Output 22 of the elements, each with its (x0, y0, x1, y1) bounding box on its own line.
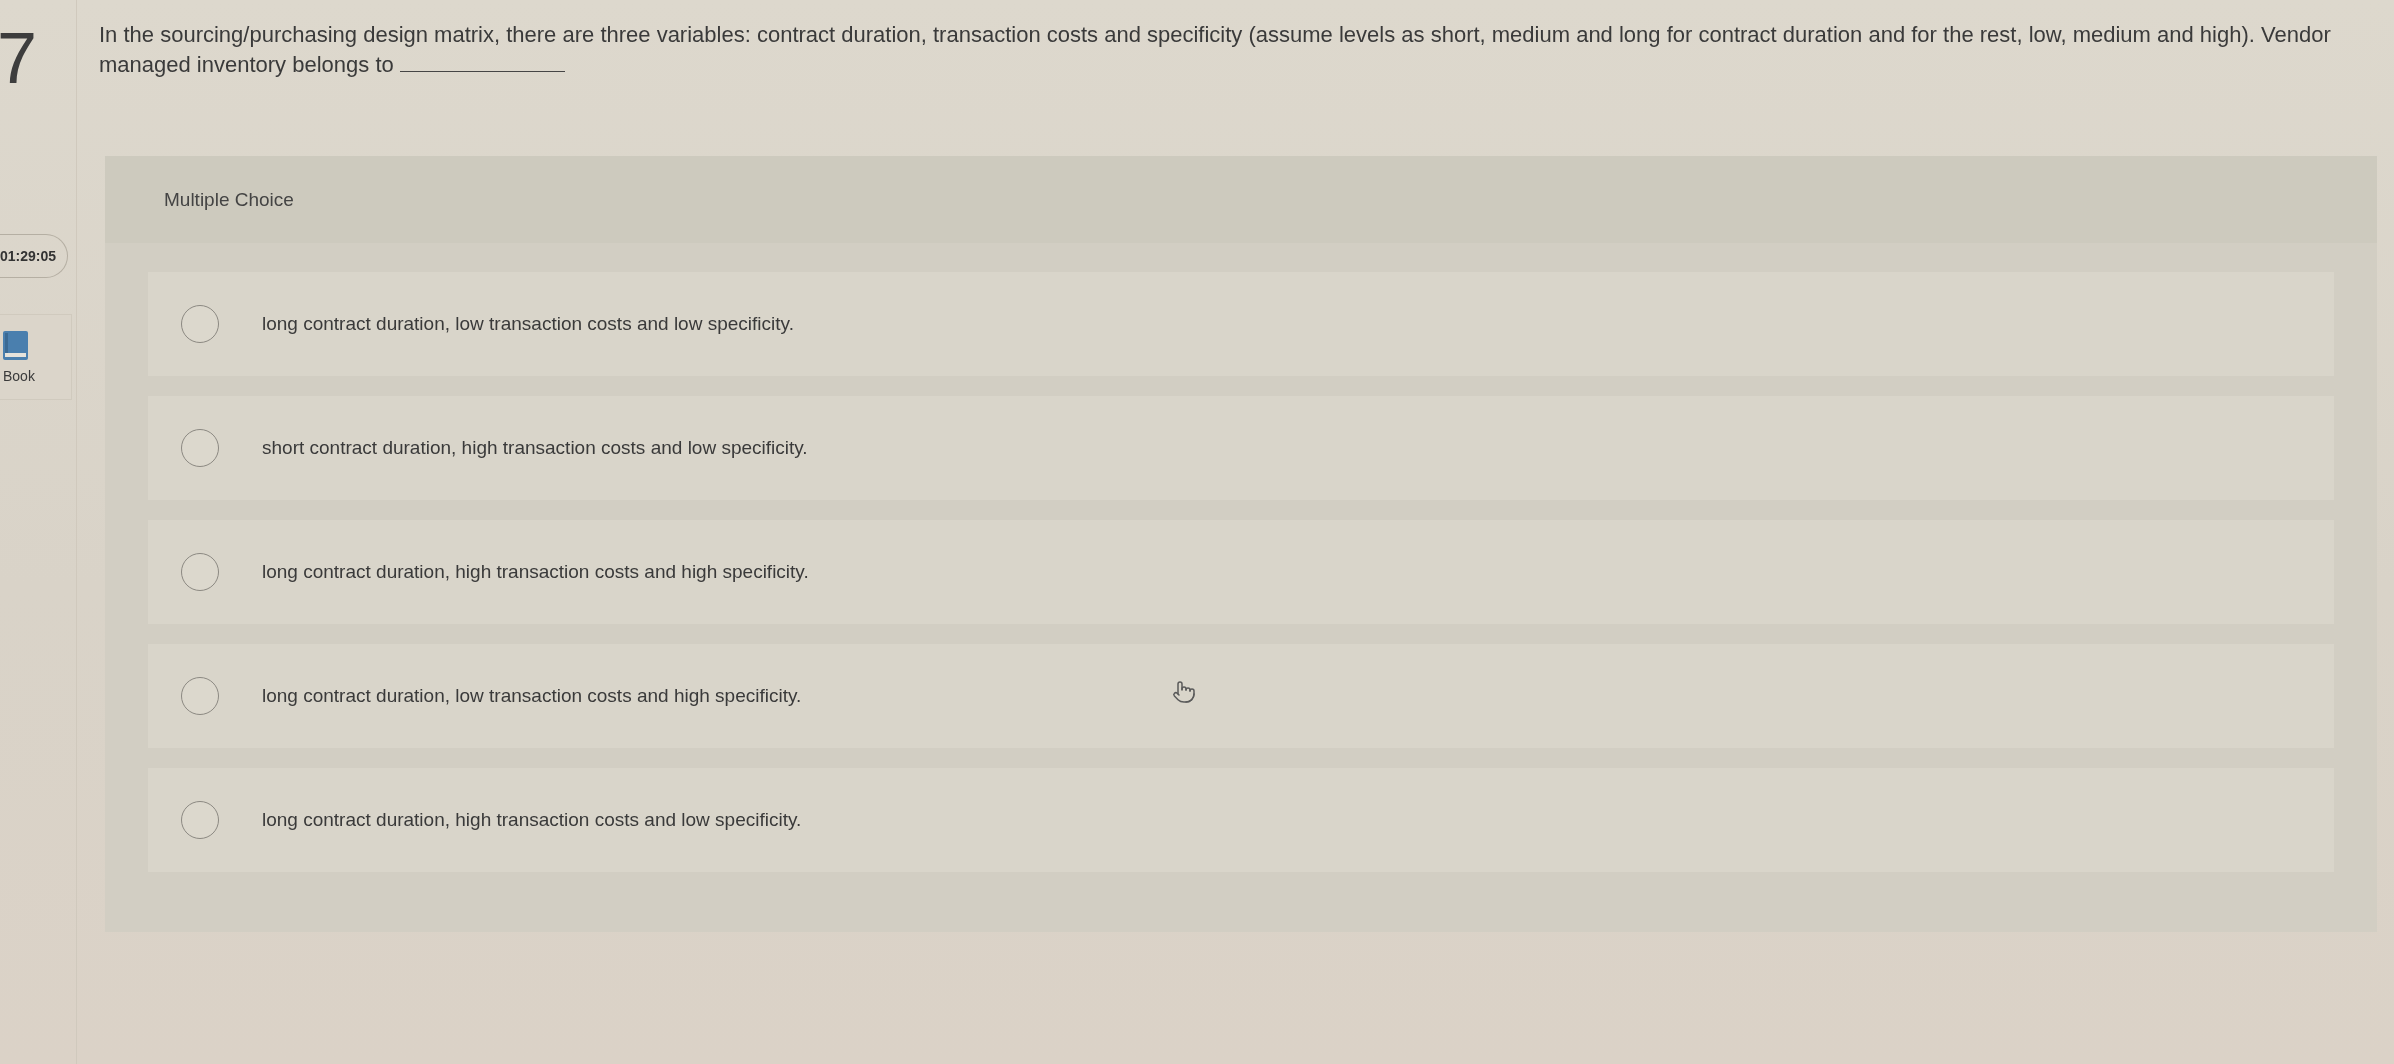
answer-option[interactable]: long contract duration, low transaction costs and high specificity. (148, 644, 2334, 748)
radio-button[interactable] (181, 429, 219, 467)
answer-option[interactable]: long contract duration, low transaction costs and low specificity. (148, 272, 2334, 376)
option-text: short contract duration, high transaction costs and low specificity. (262, 437, 808, 459)
option-text: long contract duration, low transaction costs and high specificity. (262, 685, 802, 707)
ebook-button[interactable]: Book (0, 314, 72, 400)
answer-option[interactable]: long contract duration, high transaction costs and low specificity. (148, 768, 2334, 872)
option-text: long contract duration, high transaction costs and low specificity. (262, 809, 802, 831)
option-text: long contract duration, low transaction costs and low specificity. (262, 313, 794, 335)
answer-option[interactable]: short contract duration, high transaction costs and low specificity. (148, 396, 2334, 500)
radio-button[interactable] (181, 305, 219, 343)
book-icon (3, 330, 28, 360)
radio-button[interactable] (181, 677, 219, 715)
hand-cursor-icon (1172, 680, 1196, 706)
radio-button[interactable] (181, 801, 219, 839)
answer-option[interactable]: long contract duration, high transaction costs and high specificity. (148, 520, 2334, 624)
timer: 01:29:05 (0, 234, 68, 278)
option-text: long contract duration, high transaction costs and high specificity. (262, 561, 809, 583)
question-type-label: Multiple Choice (164, 188, 294, 211)
question-text: In the sourcing/purchasing design matrix, there are three variables: contract duration, transaction costs and specificity (assume levels as short, medium and long for contract duration and for the rest, low, medium and high). Vendor managed inventory belongs to (99, 22, 2331, 77)
question-number: 7 (0, 22, 38, 94)
radio-button[interactable] (181, 553, 219, 591)
